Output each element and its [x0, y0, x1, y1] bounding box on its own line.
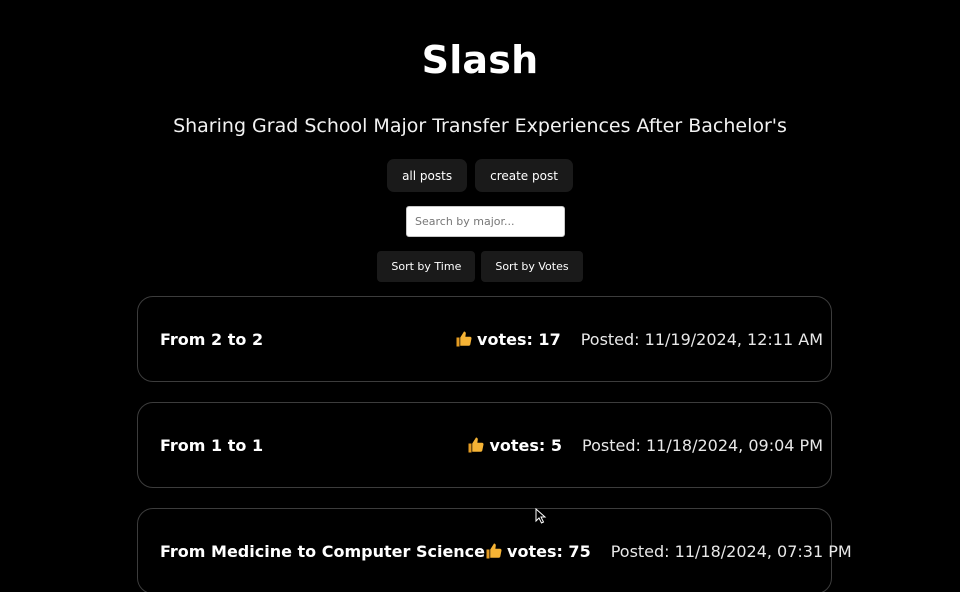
post-timestamp: Posted: 11/18/2024, 07:31 PM	[610, 541, 852, 561]
create-post-button[interactable]: create post	[475, 159, 573, 192]
post-votes: votes: 17	[455, 330, 561, 349]
page-title: Slash	[421, 38, 539, 82]
sort-bar: Sort by Time Sort by Votes	[0, 251, 960, 282]
post-card[interactable]: From 1 to 1 votes: 5 Posted: 11/18/2024,…	[137, 402, 832, 488]
votes-count: votes: 5	[489, 435, 562, 455]
page-subtitle: Sharing Grad School Major Transfer Exper…	[173, 115, 787, 137]
votes-count: votes: 75	[507, 541, 591, 561]
post-title: From 2 to 2	[160, 329, 264, 349]
post-title: From 1 to 1	[160, 435, 264, 455]
search-input[interactable]	[406, 206, 565, 237]
post-timestamp: Posted: 11/18/2024, 09:04 PM	[582, 435, 823, 455]
post-votes: votes: 5	[467, 436, 562, 455]
sort-by-time-button[interactable]: Sort by Time	[377, 251, 476, 282]
thumbs-up-icon	[456, 331, 472, 347]
post-votes: votes: 75	[485, 542, 591, 561]
sort-by-votes-button[interactable]: Sort by Votes	[481, 251, 583, 282]
post-timestamp: Posted: 11/19/2024, 12:11 AM	[580, 329, 823, 349]
mouse-cursor-icon	[535, 508, 547, 524]
all-posts-button[interactable]: all posts	[387, 159, 468, 192]
post-title: From Medicine to Computer Science	[160, 541, 486, 561]
thumbs-up-icon	[468, 437, 484, 453]
post-card[interactable]: From Medicine to Computer Science votes:…	[137, 508, 852, 592]
search-container	[406, 206, 565, 237]
votes-count: votes: 17	[477, 329, 561, 349]
page: Slash Sharing Grad School Major Transfer…	[0, 0, 960, 592]
thumbs-up-icon	[486, 543, 502, 559]
post-card[interactable]: From 2 to 2 votes: 17 Posted: 11/19/2024…	[137, 296, 832, 382]
nav-bar: all posts create post	[0, 159, 960, 192]
